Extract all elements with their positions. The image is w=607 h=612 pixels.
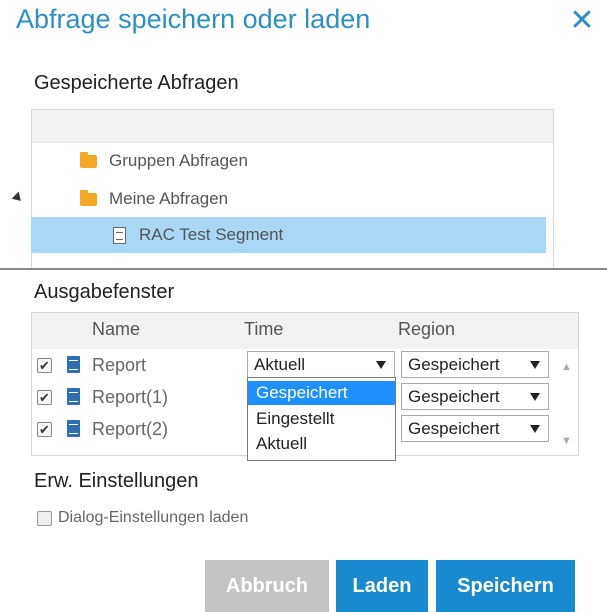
selected-row-highlight xyxy=(31,217,546,253)
save-button[interactable]: Speichern xyxy=(436,560,575,612)
load-dialog-settings-checkbox[interactable] xyxy=(37,511,52,526)
caret-down-icon xyxy=(376,361,386,369)
section-divider xyxy=(0,268,607,270)
region-select-value: Gespeichert xyxy=(408,387,500,406)
report-icon xyxy=(67,356,80,373)
folder-icon xyxy=(80,151,97,168)
folder-open-icon xyxy=(80,189,97,206)
region-select-value: Gespeichert xyxy=(408,355,500,374)
report-icon xyxy=(67,420,80,437)
region-select-value: Gespeichert xyxy=(408,419,500,438)
cancel-button[interactable]: Abbruch xyxy=(205,560,329,612)
time-dropdown-list: Gespeichert Eingestellt Aktuell xyxy=(247,377,396,461)
region-select[interactable]: Gespeichert xyxy=(401,383,549,410)
row-checkbox[interactable]: ✔ xyxy=(37,358,52,373)
column-header-time: Time xyxy=(244,319,284,339)
region-select[interactable]: Gespeichert xyxy=(401,415,549,442)
caret-down-icon xyxy=(530,393,540,401)
document-icon xyxy=(113,226,126,244)
scroll-up-arrow-icon[interactable]: ▲ xyxy=(561,361,572,373)
report-name: Report(2) xyxy=(92,419,169,439)
time-select-value: Aktuell xyxy=(254,355,306,374)
dropdown-option-aktuell[interactable]: Aktuell xyxy=(248,432,395,456)
column-header-name: Name xyxy=(92,319,141,339)
column-header-region: Region xyxy=(398,319,456,339)
tree-header xyxy=(32,110,553,143)
tree-node-rac-test-segment[interactable]: RAC Test Segment xyxy=(113,225,283,245)
caret-down-icon xyxy=(530,425,540,433)
dropdown-option-eingestellt[interactable]: Eingestellt xyxy=(248,407,395,431)
caret-down-icon xyxy=(530,361,540,369)
saved-queries-title: Gespeicherte Abfragen xyxy=(34,72,239,94)
report-name: Report xyxy=(92,355,147,375)
scroll-down-arrow-icon[interactable]: ▼ xyxy=(561,435,572,447)
tree-node-label: Gruppen Abfragen xyxy=(109,151,248,170)
region-select[interactable]: Gespeichert xyxy=(401,351,549,378)
expand-arrow-icon[interactable] xyxy=(11,191,25,205)
tree-node-my-queries[interactable]: Meine Abfragen xyxy=(80,189,228,209)
report-icon xyxy=(67,388,80,405)
dropdown-option-gespeichert[interactable]: Gespeichert xyxy=(248,381,395,405)
output-windows-title: Ausgabefenster xyxy=(34,281,175,303)
load-dialog-settings-label: Dialog-Einstellungen laden xyxy=(58,509,249,526)
row-checkbox[interactable]: ✔ xyxy=(37,422,52,437)
advanced-settings-title: Erw. Einstellungen xyxy=(34,470,199,492)
load-button[interactable]: Laden xyxy=(336,560,428,612)
time-select[interactable]: Aktuell xyxy=(247,351,395,378)
tree-node-label: RAC Test Segment xyxy=(139,225,284,244)
report-name: Report(1) xyxy=(92,387,169,407)
tree-node-group-queries[interactable]: Gruppen Abfragen xyxy=(80,151,248,171)
close-icon[interactable]: ✕ xyxy=(565,4,599,38)
dialog-title: Abfrage speichern oder laden xyxy=(16,4,371,34)
row-checkbox[interactable]: ✔ xyxy=(37,390,52,405)
tree-node-label: Meine Abfragen xyxy=(109,189,229,208)
